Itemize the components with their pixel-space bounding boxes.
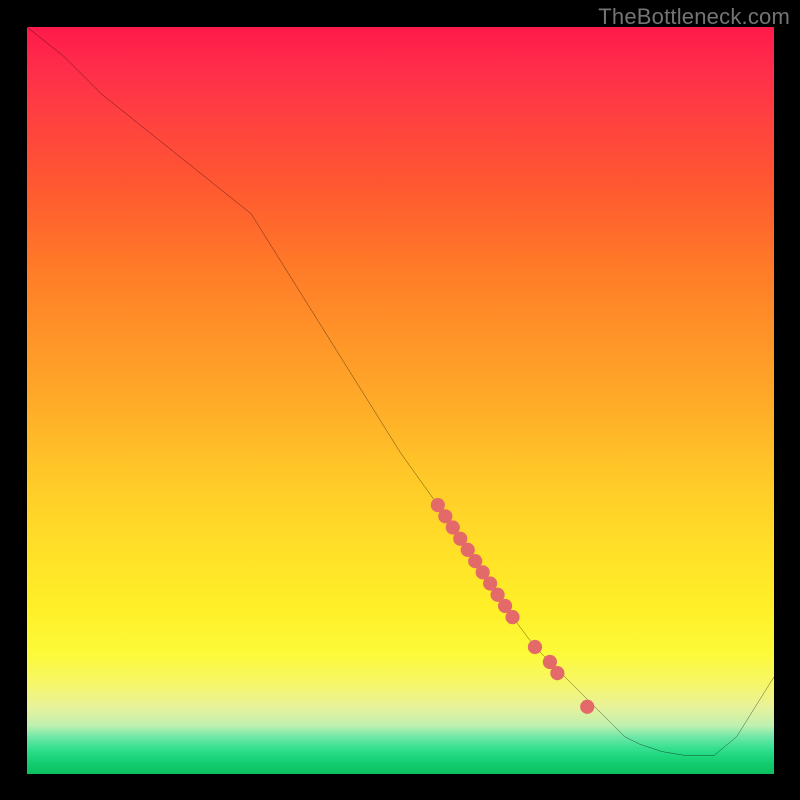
- data-point: [580, 700, 594, 714]
- data-point: [550, 666, 564, 680]
- data-point: [505, 610, 519, 624]
- chart-container: TheBottleneck.com: [0, 0, 800, 800]
- watermark-text: TheBottleneck.com: [598, 4, 790, 30]
- highlighted-points: [431, 498, 595, 714]
- curve-line: [27, 27, 774, 755]
- data-point: [528, 640, 542, 654]
- bottleneck-curve: [27, 27, 774, 774]
